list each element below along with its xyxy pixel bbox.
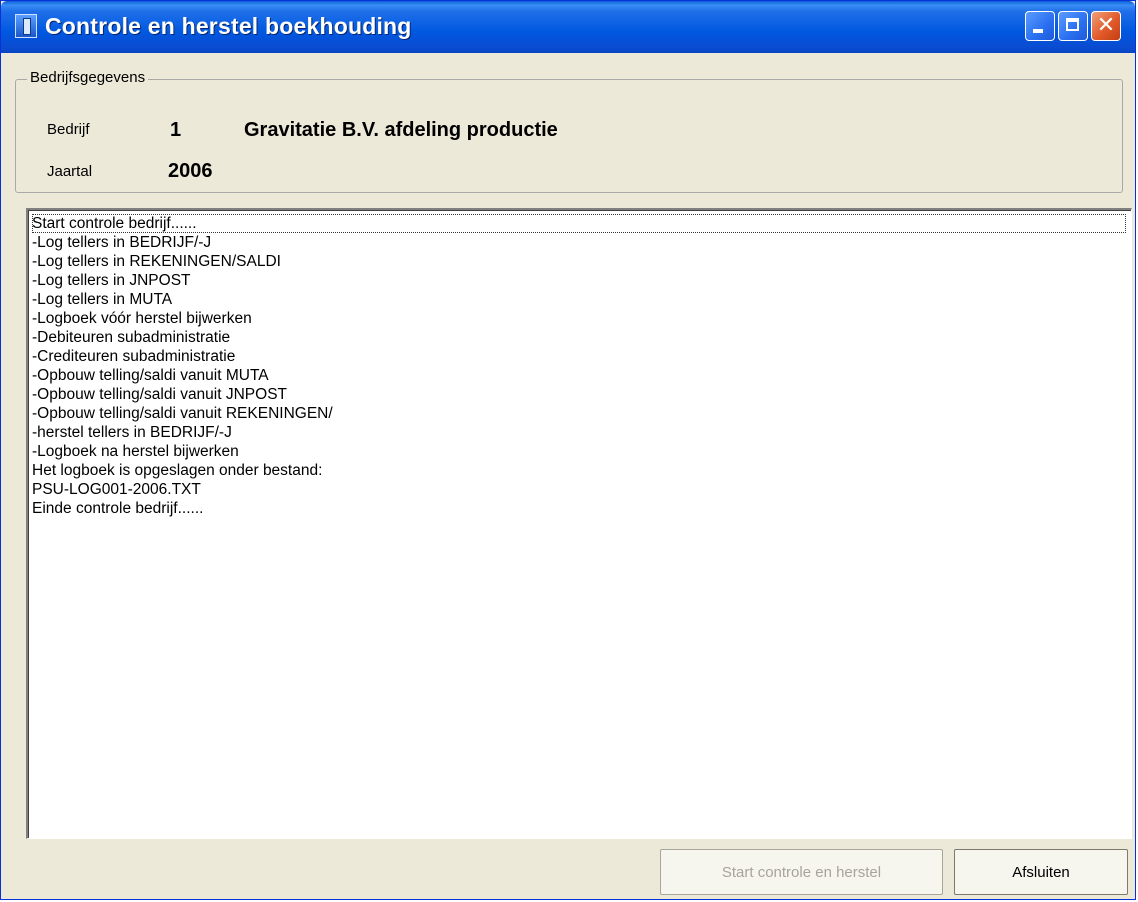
close-button[interactable]: Afsluiten (954, 849, 1128, 895)
close-icon: ✕ (1096, 13, 1116, 38)
log-line[interactable]: -Log tellers in REKENINGEN/SALDI (32, 252, 1131, 271)
company-name: Gravitatie B.V. afdeling productie (244, 119, 558, 141)
minimize-button[interactable] (1025, 11, 1055, 41)
log-line[interactable]: -Log tellers in MUTA (32, 290, 1131, 309)
company-number: 1 (170, 119, 182, 141)
company-label: Bedrijf (47, 121, 90, 138)
year-label: Jaartal (47, 163, 93, 180)
log-lines: Start controle bedrijf...... -Log teller… (28, 210, 1131, 518)
close-window-button[interactable]: ✕ (1091, 11, 1121, 41)
log-listbox[interactable]: Start controle bedrijf...... -Log teller… (26, 208, 1132, 839)
log-line[interactable]: -Opbouw telling/saldi vanuit JNPOST (32, 385, 1131, 404)
log-line[interactable]: -herstel tellers in BEDRIJF/-J (32, 423, 1131, 442)
year-value: 2006 (168, 160, 213, 182)
log-line[interactable]: -Logboek vóór herstel bijwerken (32, 309, 1131, 328)
log-line[interactable]: -Opbouw telling/saldi vanuit REKENINGEN/ (32, 404, 1131, 423)
company-info-group-title: Bedrijfsgegevens (27, 69, 149, 86)
log-line[interactable]: PSU-LOG001-2006.TXT (32, 480, 1131, 499)
log-line[interactable]: Het logboek is opgeslagen onder bestand: (32, 461, 1131, 480)
start-check-repair-button[interactable]: Start controle en herstel (660, 849, 943, 895)
window-title: Controle en herstel boekhouding (45, 13, 412, 39)
app-icon[interactable] (15, 14, 37, 38)
log-line[interactable]: -Log tellers in BEDRIJF/-J (32, 233, 1131, 252)
log-line[interactable]: Start controle bedrijf...... (32, 214, 1126, 233)
maximize-button[interactable] (1058, 11, 1088, 41)
log-line[interactable]: -Logboek na herstel bijwerken (32, 442, 1131, 461)
log-line[interactable]: -Opbouw telling/saldi vanuit MUTA (32, 366, 1131, 385)
window: Controle en herstel boekhouding ✕ Bedrij… (0, 0, 1136, 900)
title-bar[interactable]: Controle en herstel boekhouding ✕ (1, 1, 1135, 53)
log-line[interactable]: -Log tellers in JNPOST (32, 271, 1131, 290)
log-line[interactable]: Einde controle bedrijf...... (32, 499, 1131, 518)
log-line[interactable]: -Crediteuren subadministratie (32, 347, 1131, 366)
log-line[interactable]: -Debiteuren subadministratie (32, 328, 1131, 347)
